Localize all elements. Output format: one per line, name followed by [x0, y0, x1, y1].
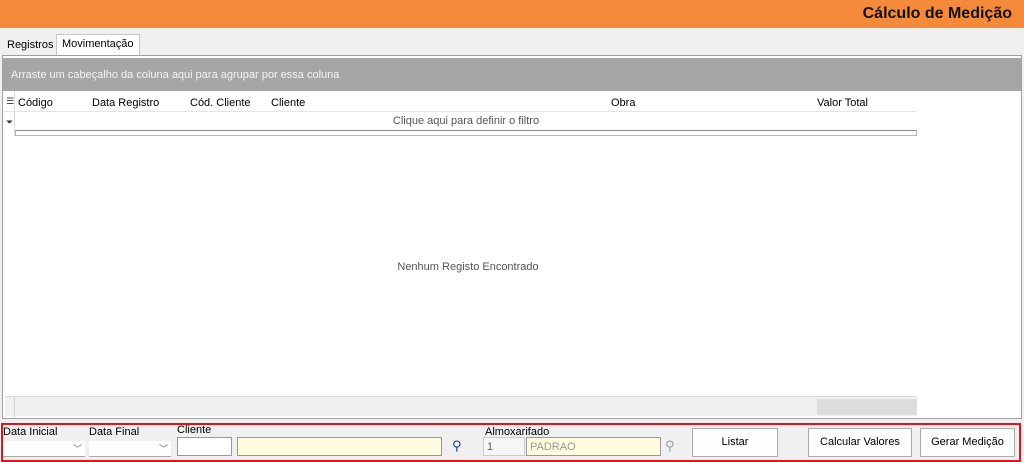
- almoxarifado-name-input[interactable]: PADRAO: [526, 437, 661, 456]
- col-cliente[interactable]: Cliente: [271, 97, 305, 109]
- grid-header: Código Data Registro Cód. Cliente Client…: [3, 92, 917, 112]
- tab-strip: Registros Movimentação: [0, 34, 1024, 55]
- horizontal-scrollbar[interactable]: [5, 396, 917, 417]
- cliente-name-input[interactable]: [237, 437, 442, 456]
- listar-button[interactable]: Listar: [692, 428, 778, 457]
- col-data-registro[interactable]: Data Registro: [92, 97, 159, 109]
- empty-message: Nenhum Registo Encontrado: [397, 261, 539, 273]
- gerar-medicao-button[interactable]: Gerar Medição: [920, 428, 1015, 457]
- scroll-left-area[interactable]: [5, 397, 15, 417]
- filter-line: [15, 130, 917, 136]
- data-final-select[interactable]: ﹀: [89, 441, 171, 457]
- col-obra[interactable]: Obra: [611, 97, 635, 109]
- filter-icon[interactable]: ⏷: [6, 117, 13, 128]
- group-by-area[interactable]: Arraste um cabeçalho da coluna aqui para…: [3, 58, 1021, 91]
- col-codigo[interactable]: Código: [18, 97, 53, 109]
- data-inicial-select[interactable]: ﹀: [3, 441, 85, 457]
- calcular-valores-button[interactable]: Calcular Valores: [808, 428, 912, 457]
- filter-row[interactable]: Clique aqui para definir o filtro: [15, 113, 917, 130]
- binoculars-icon[interactable]: ⚲: [452, 438, 462, 454]
- cliente-label: Cliente: [177, 424, 212, 436]
- tab-registros[interactable]: Registros: [2, 36, 58, 54]
- chevron-down-icon: ﹀: [158, 444, 168, 454]
- filter-bar: Data Inicial ﹀ Data Final ﹀ Cliente ⚲ Al…: [1, 423, 1021, 462]
- cliente-code-input[interactable]: [177, 437, 232, 456]
- data-final-label: Data Final: [89, 426, 140, 438]
- scroll-thumb[interactable]: [817, 399, 917, 415]
- title-bar: Cálculo de Medição: [0, 0, 1024, 28]
- col-valor-total[interactable]: Valor Total: [817, 97, 868, 109]
- binoculars-icon[interactable]: ⚲: [665, 438, 675, 454]
- almoxarifado-code-input[interactable]: 1: [483, 437, 525, 456]
- chevron-down-icon: ﹀: [72, 444, 82, 454]
- col-cod-cliente[interactable]: Cód. Cliente: [190, 97, 251, 109]
- grid-panel: Arraste um cabeçalho da coluna aqui para…: [2, 55, 1022, 419]
- window-title: Cálculo de Medição: [862, 5, 1012, 22]
- data-inicial-label: Data Inicial: [3, 426, 58, 438]
- tab-movimentacao[interactable]: Movimentação: [56, 34, 140, 55]
